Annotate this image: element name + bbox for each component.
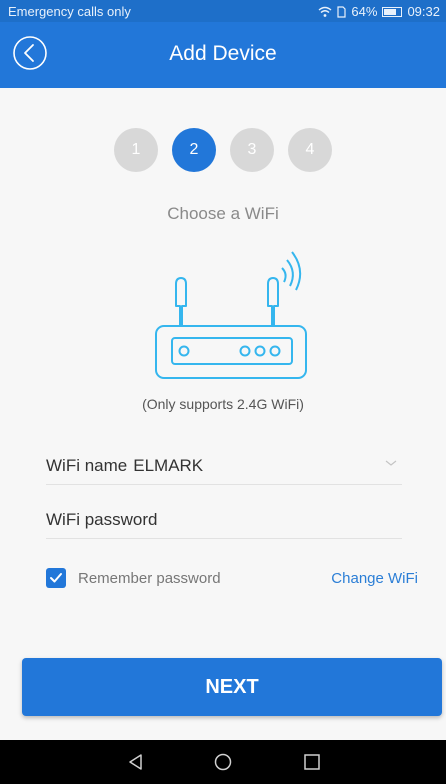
page-title: Add Device <box>169 42 277 65</box>
wifi-name-label: WiFi name <box>46 456 128 475</box>
battery-percent: 64% <box>351 4 378 19</box>
router-icon <box>155 251 307 379</box>
step-4: 4 <box>288 128 332 172</box>
status-bar: Emergency calls only 64% 09:32 <box>0 0 446 22</box>
wifi-password-field[interactable] <box>46 502 402 539</box>
next-button[interactable]: NEXT <box>22 658 442 716</box>
wifi-password-input[interactable] <box>46 510 402 530</box>
sim-icon <box>337 5 347 18</box>
chevron-down-icon <box>385 460 397 466</box>
wifi-name-value: ELMARK <box>133 456 204 475</box>
system-nav-bar <box>0 740 446 784</box>
nav-home-icon[interactable] <box>213 752 233 772</box>
step-1: 1 <box>114 128 158 172</box>
step-3: 3 <box>230 128 274 172</box>
remember-password-toggle[interactable]: Remember password <box>46 568 221 588</box>
carrier-text: Emergency calls only <box>8 4 131 19</box>
checkmark-icon <box>50 573 62 583</box>
change-wifi-link[interactable]: Change WiFi <box>331 570 418 587</box>
clock: 09:32 <box>407 4 440 19</box>
wifi-support-note: (Only supports 2.4G WiFi) <box>142 396 304 412</box>
wifi-name-select[interactable]: WiFi name ELMARK <box>46 448 402 485</box>
app-header: Add Device <box>0 22 446 88</box>
remember-checkbox[interactable] <box>46 568 66 588</box>
status-indicators: 64% 09:32 <box>318 4 440 19</box>
remember-password-label: Remember password <box>78 569 221 587</box>
step-2-active: 2 <box>172 128 216 172</box>
section-title: Choose a WiFi <box>167 204 279 223</box>
battery-icon <box>382 6 403 17</box>
step-indicator: 1 2 3 4 <box>0 128 446 172</box>
nav-back-icon[interactable] <box>126 752 146 772</box>
nav-recents-icon[interactable] <box>302 752 322 772</box>
wifi-signal-icon <box>318 6 332 17</box>
content-area: 1 2 3 4 Choose a WiFi (Only supports 2.4… <box>0 88 446 740</box>
